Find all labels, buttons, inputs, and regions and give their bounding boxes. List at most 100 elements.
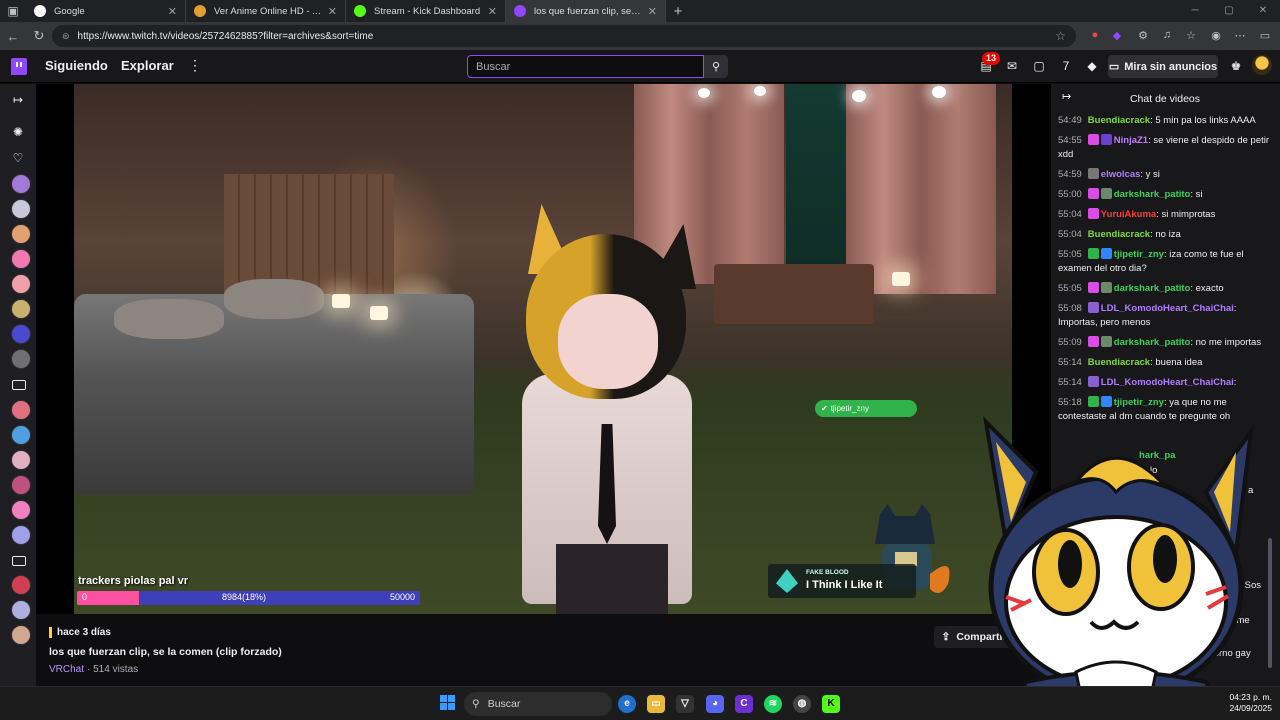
crown-icon[interactable]: ♚	[1228, 59, 1244, 75]
chat-badge-icon[interactable]	[1087, 134, 1099, 145]
back-icon[interactable]: ←	[0, 29, 26, 44]
edge-icon[interactable]: e	[618, 695, 636, 713]
file-explorer-icon[interactable]: ▭	[647, 695, 665, 713]
channel-avatar[interactable]	[11, 174, 31, 194]
profile-icon[interactable]: ◉	[1207, 26, 1225, 44]
ad-free-button[interactable]: ▭ Mira sin anuncios	[1108, 55, 1218, 78]
taskbar-clock[interactable]: 04:23 p. m. 24/09/2025	[1222, 692, 1272, 714]
channel-avatar[interactable]	[11, 249, 31, 269]
close-tab-icon[interactable]: ✕	[168, 5, 177, 18]
chat-badge-icon[interactable]	[1087, 302, 1099, 313]
search-input[interactable]	[467, 55, 704, 78]
chat-badge-icon[interactable]	[1100, 336, 1112, 347]
chat-badge-icon[interactable]	[1100, 134, 1112, 145]
obs-icon[interactable]: ◍	[793, 695, 811, 713]
taskbar-search[interactable]: ⚲ Buscar	[464, 692, 612, 716]
chat-badge-icon[interactable]	[1087, 168, 1099, 179]
channel-avatar[interactable]	[11, 349, 31, 369]
chat-badge-icon[interactable]	[1100, 396, 1112, 407]
chat-badge-icon[interactable]	[1087, 188, 1099, 199]
close-tab-icon[interactable]: ✕	[488, 5, 497, 18]
chat-username[interactable]: darkshark_patito	[1114, 189, 1191, 200]
extensions-puzzle-icon[interactable]: ⚙	[1134, 26, 1152, 44]
chat-username[interactable]: Buendiacrack	[1088, 115, 1150, 126]
chat-username[interactable]: Buendiacrack	[1088, 357, 1150, 368]
channel-avatar[interactable]	[11, 500, 31, 520]
channel-avatar[interactable]	[11, 400, 31, 420]
app-icon[interactable]: C	[735, 695, 753, 713]
recommended-icon[interactable]: ✺	[10, 124, 26, 140]
nav-browse[interactable]: Explorar	[121, 58, 174, 73]
chat-badge-icon[interactable]	[1087, 336, 1099, 347]
whispers-icon[interactable]: ▢	[1031, 59, 1047, 75]
chat-username[interactable]: LDL_KomodoHeart_ChaiChai	[1101, 303, 1234, 314]
chat-username[interactable]: darkshark_patito	[1114, 337, 1191, 348]
browser-menu-icon[interactable]: ⋯	[1231, 26, 1249, 44]
chat-username[interactable]: tjipetir_zny	[1114, 397, 1164, 408]
extension-7tv-icon[interactable]: 7	[1058, 59, 1074, 75]
chat-username[interactable]: elwolcas	[1101, 169, 1141, 180]
channel-avatar[interactable]	[11, 274, 31, 294]
url-field[interactable]: ⊜ https://www.twitch.tv/videos/257246288…	[52, 25, 1076, 47]
browser-tab[interactable]: Stream - Kick Dashboard ✕	[346, 0, 506, 22]
channel-avatar[interactable]	[11, 525, 31, 545]
chat-username[interactable]: Buendiacrack	[1088, 229, 1150, 240]
media-icon[interactable]: ♫	[1158, 26, 1176, 44]
channel-avatar[interactable]	[11, 475, 31, 495]
chat-badge-icon[interactable]	[1087, 248, 1099, 259]
tab-search-icon[interactable]: ▣	[0, 0, 26, 22]
channel-avatar[interactable]	[11, 324, 31, 344]
expand-sidebar-icon[interactable]: ↦	[10, 92, 26, 108]
site-info-icon[interactable]: ⊜	[62, 31, 70, 42]
chat-badge-icon[interactable]	[1087, 376, 1099, 387]
chat-badge-icon[interactable]	[1100, 282, 1112, 293]
sidebar-toggle-icon[interactable]: ▭	[1256, 26, 1274, 44]
user-avatar[interactable]	[1252, 55, 1272, 75]
windows-start-icon[interactable]	[440, 695, 456, 711]
channel-avatar[interactable]	[11, 600, 31, 620]
chat-username[interactable]: tjipetir_zny	[1114, 249, 1164, 260]
extension-icon[interactable]: ●	[1086, 26, 1104, 44]
chat-badge-icon[interactable]	[1087, 282, 1099, 293]
chat-badge-icon[interactable]	[1087, 396, 1099, 407]
close-tab-icon[interactable]: ✕	[648, 5, 657, 18]
chat-username[interactable]: NinjaZ1	[1114, 135, 1148, 146]
twitch-logo-icon[interactable]	[11, 58, 27, 75]
chat-username[interactable]: LDL_KomodoHeart_ChaiChai	[1101, 377, 1234, 388]
channel-avatar[interactable]	[11, 224, 31, 244]
search-button[interactable]: ⚲	[704, 55, 728, 78]
browser-tab[interactable]: los que fuerzan clip, se la co ✕	[506, 0, 666, 22]
chat-badge-icon[interactable]	[1100, 248, 1112, 259]
more-menu-icon[interactable]: ⋮	[188, 57, 202, 74]
chat-username[interactable]: darkshark_patito	[1114, 283, 1191, 294]
chat-username[interactable]: YuruiAkuma	[1101, 209, 1156, 220]
chat-badge-icon[interactable]	[1087, 208, 1099, 219]
inbox-icon[interactable]: ✉	[1004, 59, 1020, 75]
channel-avatar[interactable]	[11, 450, 31, 470]
channel-avatar[interactable]	[11, 299, 31, 319]
spotify-icon[interactable]: ≋	[764, 695, 782, 713]
maximize-icon[interactable]: ▢	[1212, 0, 1246, 22]
nav-following[interactable]: Siguiendo	[45, 58, 108, 73]
browser-tab[interactable]: Ver Anime Online HD - AnimeFLV ✕	[186, 0, 346, 22]
video-player[interactable]	[36, 84, 1050, 614]
minimize-icon[interactable]: ─	[1178, 0, 1212, 22]
favorites-icon[interactable]: ☆	[1182, 26, 1200, 44]
bits-icon[interactable]: ◆	[1084, 59, 1100, 75]
video-category-link[interactable]: VRChat	[49, 664, 84, 675]
reload-icon[interactable]: ↻	[26, 28, 52, 44]
browser-tab[interactable]: Google ✕	[26, 0, 186, 22]
kick-icon[interactable]: K	[822, 695, 840, 713]
new-tab-button[interactable]: +	[666, 3, 690, 20]
channel-avatar[interactable]	[11, 625, 31, 645]
channel-avatar[interactable]	[11, 199, 31, 219]
chat-badge-icon[interactable]	[1100, 188, 1112, 199]
channel-avatar[interactable]	[11, 575, 31, 595]
app-icon[interactable]: ▽	[676, 695, 694, 713]
bookmark-star-icon[interactable]: ☆	[1055, 29, 1066, 43]
channel-avatar[interactable]	[11, 425, 31, 445]
chat-scrollbar[interactable]	[1268, 538, 1272, 668]
twitch-extension-icon[interactable]: ◆	[1108, 26, 1126, 44]
close-window-icon[interactable]: ✕	[1246, 0, 1280, 22]
discord-icon[interactable]: ◕	[706, 695, 724, 713]
